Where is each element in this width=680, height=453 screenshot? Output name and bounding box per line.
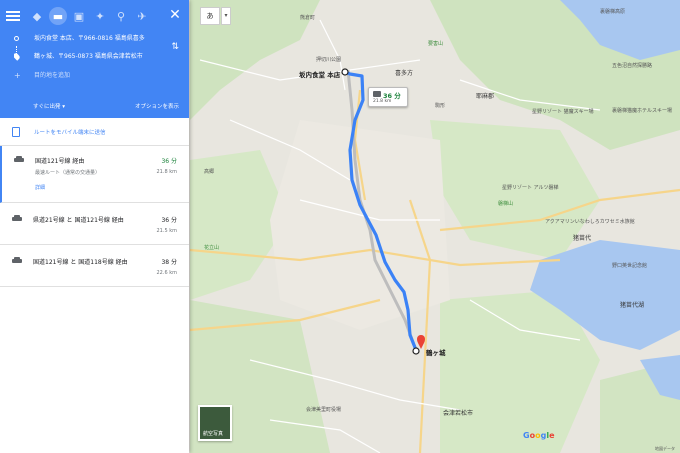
map-label: 裏磐梯高原 bbox=[600, 9, 626, 15]
route-name: 県道21号線 と 国道121号線 経由 bbox=[33, 217, 124, 224]
map-label: 猪苗代 bbox=[573, 235, 592, 242]
ime-indicator[interactable]: あ bbox=[200, 7, 220, 25]
maps-app: 熊倉町 押切川公園 喜多方 駒形 要害山 耶麻郡 星野リゾート 猫魔スキー場 裏… bbox=[0, 0, 680, 453]
directions-panel: ◆ ▬ ▣ ✦ ⚲ ✈ ✕ 坂内食堂 本店、〒966-0816 福島県喜多 鶴ヶ… bbox=[0, 0, 189, 453]
map-label: 野口英世記念館 bbox=[612, 263, 648, 269]
destination-circle[interactable] bbox=[412, 347, 420, 355]
map-label: 星野リゾート アルツ磐梯 bbox=[502, 185, 559, 191]
add-destination-text[interactable]: 目的地を追加 bbox=[34, 70, 164, 81]
map-label: 高郷 bbox=[204, 169, 215, 175]
walk-icon[interactable]: ✦ bbox=[91, 7, 109, 25]
swap-icon[interactable]: ⇅ bbox=[171, 42, 179, 52]
route-option-3[interactable]: 国道121号線 と 国道118号線 経由 38 分 22.6 km bbox=[0, 245, 189, 287]
destination-text[interactable]: 鶴ヶ城、〒965-0873 福島県会津若松市 bbox=[34, 51, 164, 62]
menu-icon[interactable] bbox=[6, 9, 20, 23]
map-label: 会津美里町役場 bbox=[306, 407, 342, 413]
google-logo: Google bbox=[523, 431, 555, 440]
flight-icon[interactable]: ✈ bbox=[133, 7, 151, 25]
satellite-toggle[interactable]: 航空写真 bbox=[198, 405, 232, 441]
map-label: 星野リゾート 猫魔スキー場 bbox=[532, 109, 594, 115]
map-label: 会津若松市 bbox=[443, 410, 474, 417]
route-time: 38 分 bbox=[161, 259, 177, 266]
depart-options-bar: すぐに出発 ▾ オプションを表示 bbox=[0, 95, 189, 117]
route-time: 36 分 bbox=[161, 217, 177, 224]
route-name: 国道121号線 経由 bbox=[35, 158, 85, 165]
origin-label[interactable]: 坂内食堂 本店 bbox=[299, 69, 340, 79]
map-footer[interactable]: 地図データ bbox=[655, 446, 675, 452]
origin-marker[interactable] bbox=[341, 68, 349, 76]
route-time: 36 分 bbox=[161, 158, 177, 165]
route-time-bubble[interactable]: 36 分 21.8 km bbox=[368, 87, 408, 107]
destination-field[interactable]: 鶴ヶ城、〒965-0873 福島県会津若松市 bbox=[14, 51, 164, 62]
satellite-label: 航空写真 bbox=[203, 431, 224, 437]
map-label: 押切川公園 bbox=[316, 57, 342, 63]
car-icon bbox=[12, 257, 22, 265]
directions-header: ◆ ▬ ▣ ✦ ⚲ ✈ ✕ 坂内食堂 本店、〒966-0816 福島県喜多 鶴ヶ… bbox=[0, 0, 189, 118]
route-option-1[interactable]: 国道121号線 経由 36 分 最速ルート（通常の交通量） 21.8 km 詳細 bbox=[0, 146, 189, 203]
car-icon bbox=[14, 156, 24, 164]
route-name: 国道121号線 と 国道118号線 経由 bbox=[33, 259, 128, 266]
car-icon bbox=[12, 215, 22, 223]
ime-dropdown-icon[interactable]: ▾ bbox=[221, 7, 231, 25]
map-label: 磐梯山 bbox=[498, 201, 514, 207]
depart-now-dropdown[interactable]: すぐに出発 ▾ bbox=[33, 102, 65, 110]
close-icon[interactable]: ✕ bbox=[167, 7, 183, 23]
bike-icon[interactable]: ⚲ bbox=[112, 7, 130, 25]
destination-label[interactable]: 鶴ヶ城 bbox=[426, 347, 446, 357]
route-option-2[interactable]: 県道21号線 と 国道121号線 経由 36 分 21.5 km bbox=[0, 203, 189, 245]
car-icon bbox=[373, 91, 381, 97]
map-label: 五色沼自然探勝路 bbox=[612, 63, 653, 69]
route-details-link[interactable]: 詳細 bbox=[35, 184, 45, 191]
destination-pin-icon bbox=[14, 52, 21, 61]
route-subtitle: 最速ルート（通常の交通量） bbox=[35, 170, 101, 176]
map-label: 熊倉町 bbox=[300, 15, 316, 21]
origin-dot-icon bbox=[14, 36, 19, 41]
directions-icon[interactable]: ◆ bbox=[28, 7, 46, 25]
route-distance: 21.5 km bbox=[156, 228, 178, 234]
map-label: 猪苗代湖 bbox=[620, 302, 645, 309]
plain-area bbox=[270, 120, 450, 330]
phone-icon bbox=[12, 126, 20, 137]
route-distance: 21.8 km bbox=[156, 169, 178, 175]
train-icon[interactable]: ▣ bbox=[70, 7, 88, 25]
map-label: 要害山 bbox=[428, 41, 444, 47]
car-icon[interactable]: ▬ bbox=[49, 7, 67, 25]
map-label: 耶麻郡 bbox=[476, 93, 495, 100]
bubble-distance: 21.8 km bbox=[373, 99, 392, 104]
map-label: 駒形 bbox=[435, 103, 446, 109]
origin-text[interactable]: 坂内食堂 本店、〒966-0816 福島県喜多 bbox=[34, 33, 164, 44]
travel-mode-bar: ◆ ▬ ▣ ✦ ⚲ ✈ bbox=[6, 7, 183, 25]
send-to-phone-label[interactable]: ルートをモバイル端末に送信 bbox=[34, 128, 106, 136]
map-label: 花立山 bbox=[204, 245, 220, 251]
origin-field[interactable]: 坂内食堂 本店、〒966-0816 福島県喜多 bbox=[14, 33, 164, 44]
add-destination[interactable]: + 目的地を追加 bbox=[14, 70, 164, 81]
map-label: 喜多方 bbox=[395, 70, 414, 77]
plus-icon: + bbox=[14, 71, 21, 80]
show-options-link[interactable]: オプションを表示 bbox=[135, 102, 179, 110]
map-label: 裏磐梯猫魔ホテルスキー場 bbox=[612, 108, 673, 114]
route-distance: 22.6 km bbox=[156, 270, 178, 276]
map-label: アクアマリンいなわしろカワセミ水族館 bbox=[545, 219, 635, 225]
send-to-phone-row[interactable]: ルートをモバイル端末に送信 bbox=[0, 118, 189, 146]
